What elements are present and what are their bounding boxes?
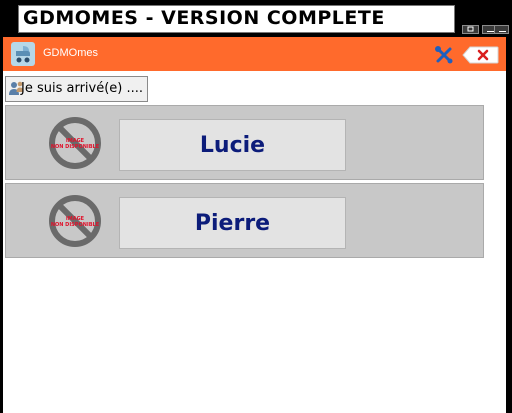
- arrive-button-label: Je suis arrivé(e) ....: [21, 81, 144, 96]
- tools-icon[interactable]: [434, 45, 454, 65]
- image-placeholder-line-2: NON DISPONIBLE: [51, 222, 100, 228]
- close-icon: [462, 46, 499, 64]
- system-restore-button[interactable]: [462, 25, 479, 34]
- system-close-icon: [499, 31, 506, 32]
- no-image-icon: IMAGE NON DISPONIBLE: [46, 116, 104, 170]
- person-row-pierre[interactable]: IMAGE NON DISPONIBLE Pierre: [5, 183, 484, 258]
- person-row-lucie[interactable]: IMAGE NON DISPONIBLE Lucie: [5, 105, 484, 180]
- person-name-button[interactable]: Pierre: [119, 197, 346, 249]
- no-image-icon: IMAGE NON DISPONIBLE: [46, 194, 104, 248]
- restore-icon: [467, 26, 474, 32]
- window-title: GDMOmes: [43, 47, 98, 59]
- arrive-button[interactable]: Je suis arrivé(e) ....: [5, 76, 148, 102]
- minimize-icon: [487, 31, 494, 32]
- close-button[interactable]: [462, 46, 499, 64]
- window-titlebar: GDMOmes: [3, 37, 506, 71]
- stroller-icon: [11, 42, 35, 66]
- system-close-button[interactable]: [494, 25, 509, 34]
- person-name-button[interactable]: Lucie: [119, 119, 346, 171]
- banner-title: GDMOMES - VERSION COMPLETE: [23, 7, 385, 29]
- main-window: GDMOmes Je suis arrivé(e) .... IMAGE NON…: [3, 37, 506, 413]
- image-placeholder-line-2: NON DISPONIBLE: [51, 144, 100, 150]
- app-banner: GDMOMES - VERSION COMPLETE: [18, 5, 455, 33]
